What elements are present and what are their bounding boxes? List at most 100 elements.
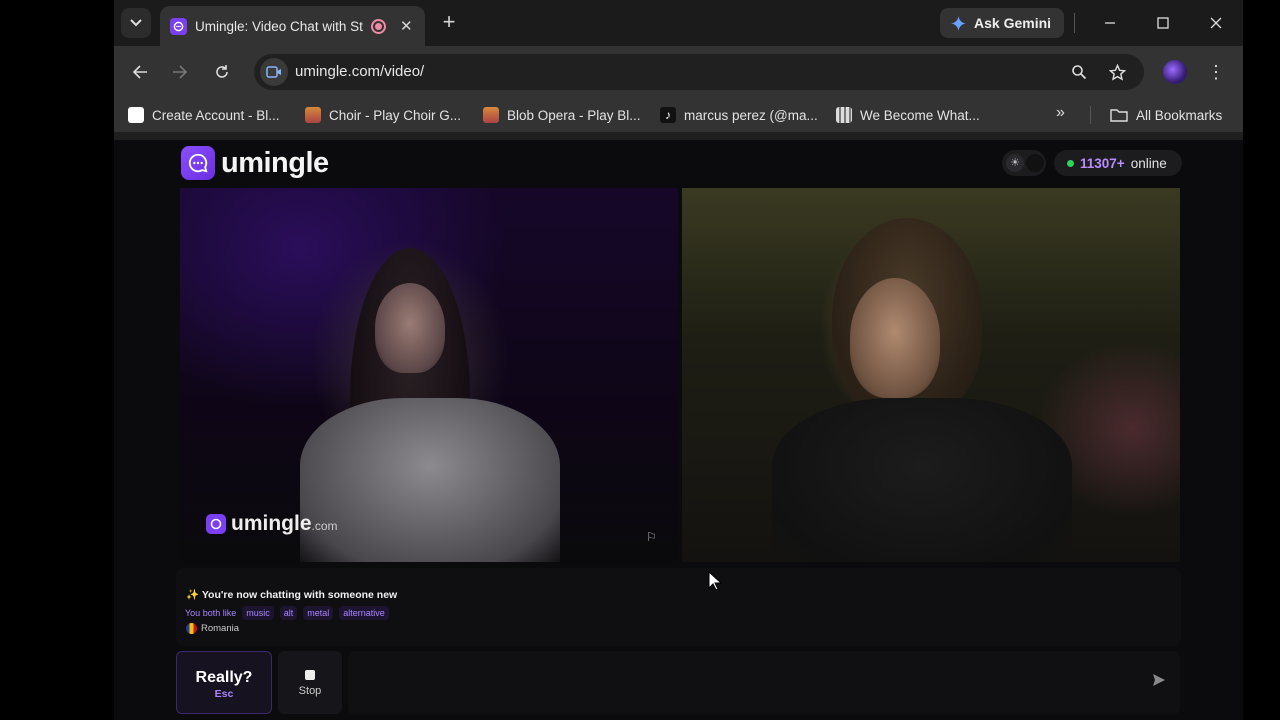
divider [1074, 13, 1075, 33]
bookmark-label: Blob Opera - Play Bl... [507, 107, 641, 123]
interest-tag: alternative [339, 606, 389, 620]
browser-window: Umingle: Video Chat with St ✕ + Ask Gemi… [114, 0, 1243, 140]
stop-button[interactable]: Stop [278, 651, 342, 714]
watermark-text: umingle [231, 512, 312, 535]
arrow-right-icon [173, 65, 188, 79]
maximize-icon [1157, 17, 1169, 29]
tab-title: Umingle: Video Chat with St [195, 18, 363, 34]
umingle-page: umingle ☀ 11307+ online umingle.com ⚐ ✨ … [114, 140, 1243, 720]
address-bar[interactable]: umingle.com/video/ [254, 54, 1144, 90]
shared-interests: You both like music alt metal alternativ… [185, 606, 389, 620]
recording-indicator-icon [371, 18, 386, 34]
message-input[interactable] [348, 651, 1180, 714]
video-subject-face [850, 278, 940, 398]
moon-icon [1026, 154, 1044, 172]
ask-gemini-button[interactable]: Ask Gemini [940, 8, 1064, 38]
logo-text: umingle [221, 146, 329, 179]
interest-tag: music [242, 606, 274, 620]
site-logo[interactable]: umingle [181, 145, 329, 181]
bookmark-favicon-icon [305, 107, 321, 123]
self-video [682, 188, 1180, 562]
active-tab[interactable]: Umingle: Video Chat with St ✕ [160, 6, 425, 46]
tab-strip: Umingle: Video Chat with St ✕ + Ask Gemi… [114, 0, 1243, 46]
bookmark-label: Choir - Play Choir G... [329, 107, 462, 123]
zoom-icon[interactable] [1069, 62, 1089, 82]
tab-search-button[interactable] [121, 8, 151, 38]
romania-flag-icon [186, 623, 197, 634]
bookmark-label: We Become What... [860, 107, 980, 123]
more-bookmarks-icon[interactable]: » [1056, 104, 1065, 122]
bookmark-item[interactable]: ♪ marcus perez (@ma... [660, 105, 818, 125]
skip-button-label: Really? [195, 669, 253, 686]
maximize-button[interactable] [1148, 8, 1178, 38]
divider [1090, 106, 1091, 124]
bookmark-favicon-icon [836, 107, 852, 123]
sparkle-icon: ✨ [186, 589, 200, 601]
online-label: online [1130, 155, 1167, 171]
theme-toggle[interactable]: ☀ [1002, 150, 1046, 176]
url-text: umingle.com/video/ [295, 63, 425, 80]
bookmark-item[interactable]: Choir - Play Choir G... [305, 105, 461, 125]
chat-controls: Really? Esc Stop [176, 651, 1181, 715]
watermark-suffix: .com [311, 519, 338, 533]
online-count: 11307+ [1080, 155, 1125, 171]
chevron-down-icon [130, 19, 142, 27]
gemini-sparkle-icon [951, 15, 966, 31]
close-window-button[interactable] [1201, 8, 1231, 38]
stop-icon [305, 670, 315, 680]
umingle-watermark: umingle.com [206, 512, 338, 536]
site-info-button[interactable] [260, 58, 288, 86]
profile-avatar[interactable] [1163, 60, 1187, 84]
bookmark-favicon-icon [128, 107, 144, 123]
minimize-button[interactable] [1095, 8, 1125, 38]
interest-tag: metal [303, 606, 334, 620]
bookmark-item[interactable]: We Become What... [836, 105, 980, 125]
new-tab-button[interactable]: + [436, 10, 462, 36]
stranger-country: Romania [186, 623, 239, 634]
video-camera-icon [266, 66, 281, 78]
all-bookmarks-button[interactable]: All Bookmarks [1110, 105, 1222, 125]
tiktok-icon: ♪ [660, 107, 676, 123]
bookmark-label: Create Account - Bl... [152, 107, 280, 123]
stop-button-label: Stop [298, 685, 322, 697]
chat-bubble-icon [206, 514, 226, 534]
ask-gemini-label: Ask Gemini [974, 15, 1052, 31]
video-subject-face [375, 283, 445, 373]
bookmark-item[interactable]: Blob Opera - Play Bl... [483, 105, 641, 125]
close-icon [1210, 17, 1222, 29]
online-counter: 11307+ online [1054, 150, 1182, 176]
country-name: Romania [201, 623, 240, 634]
mouse-cursor-icon [708, 571, 722, 591]
skip-shortcut-hint: Esc [214, 688, 234, 700]
screen: { "browser": { "tab_title": "Umingle: Vi… [0, 0, 1280, 720]
folder-icon [1110, 109, 1128, 122]
chat-bubble-logo-icon [181, 146, 215, 180]
sun-icon: ☀ [1006, 154, 1024, 172]
browser-menu-icon[interactable]: ⋮ [1204, 58, 1228, 86]
shared-interests-label: You both like [185, 608, 237, 618]
send-icon[interactable] [1152, 673, 1170, 691]
chat-status-text: You're now chatting with someone new [201, 589, 398, 601]
bookmark-item[interactable]: Create Account - Bl... [128, 105, 280, 125]
close-tab-icon[interactable]: ✕ [400, 17, 413, 35]
all-bookmarks-label: All Bookmarks [1136, 107, 1223, 123]
interest-tag: alt [279, 606, 298, 620]
bookmark-star-icon[interactable] [1107, 62, 1127, 82]
reload-button[interactable] [208, 58, 236, 86]
back-button[interactable] [126, 58, 154, 86]
bookmarks-bar: Create Account - Bl... Choir - Play Choi… [114, 98, 1243, 132]
minimize-icon [1105, 22, 1115, 24]
video-subject-shirt [772, 398, 1072, 562]
arrow-left-icon [132, 65, 147, 79]
report-flag-icon[interactable]: ⚐ [646, 530, 662, 546]
stranger-video: umingle.com ⚐ [180, 188, 678, 562]
chat-status-message: ✨ You're now chatting with someone new [186, 588, 397, 601]
umingle-favicon-icon [170, 17, 187, 35]
bookmark-favicon-icon [483, 107, 499, 123]
bookmark-label: marcus perez (@ma... [684, 107, 818, 123]
reload-icon [216, 65, 228, 78]
video-subject-shirt [300, 398, 560, 562]
forward-button[interactable] [166, 58, 194, 86]
skip-button[interactable]: Really? Esc [176, 651, 272, 714]
chat-info-panel: ✨ You're now chatting with someone new Y… [176, 568, 1181, 646]
